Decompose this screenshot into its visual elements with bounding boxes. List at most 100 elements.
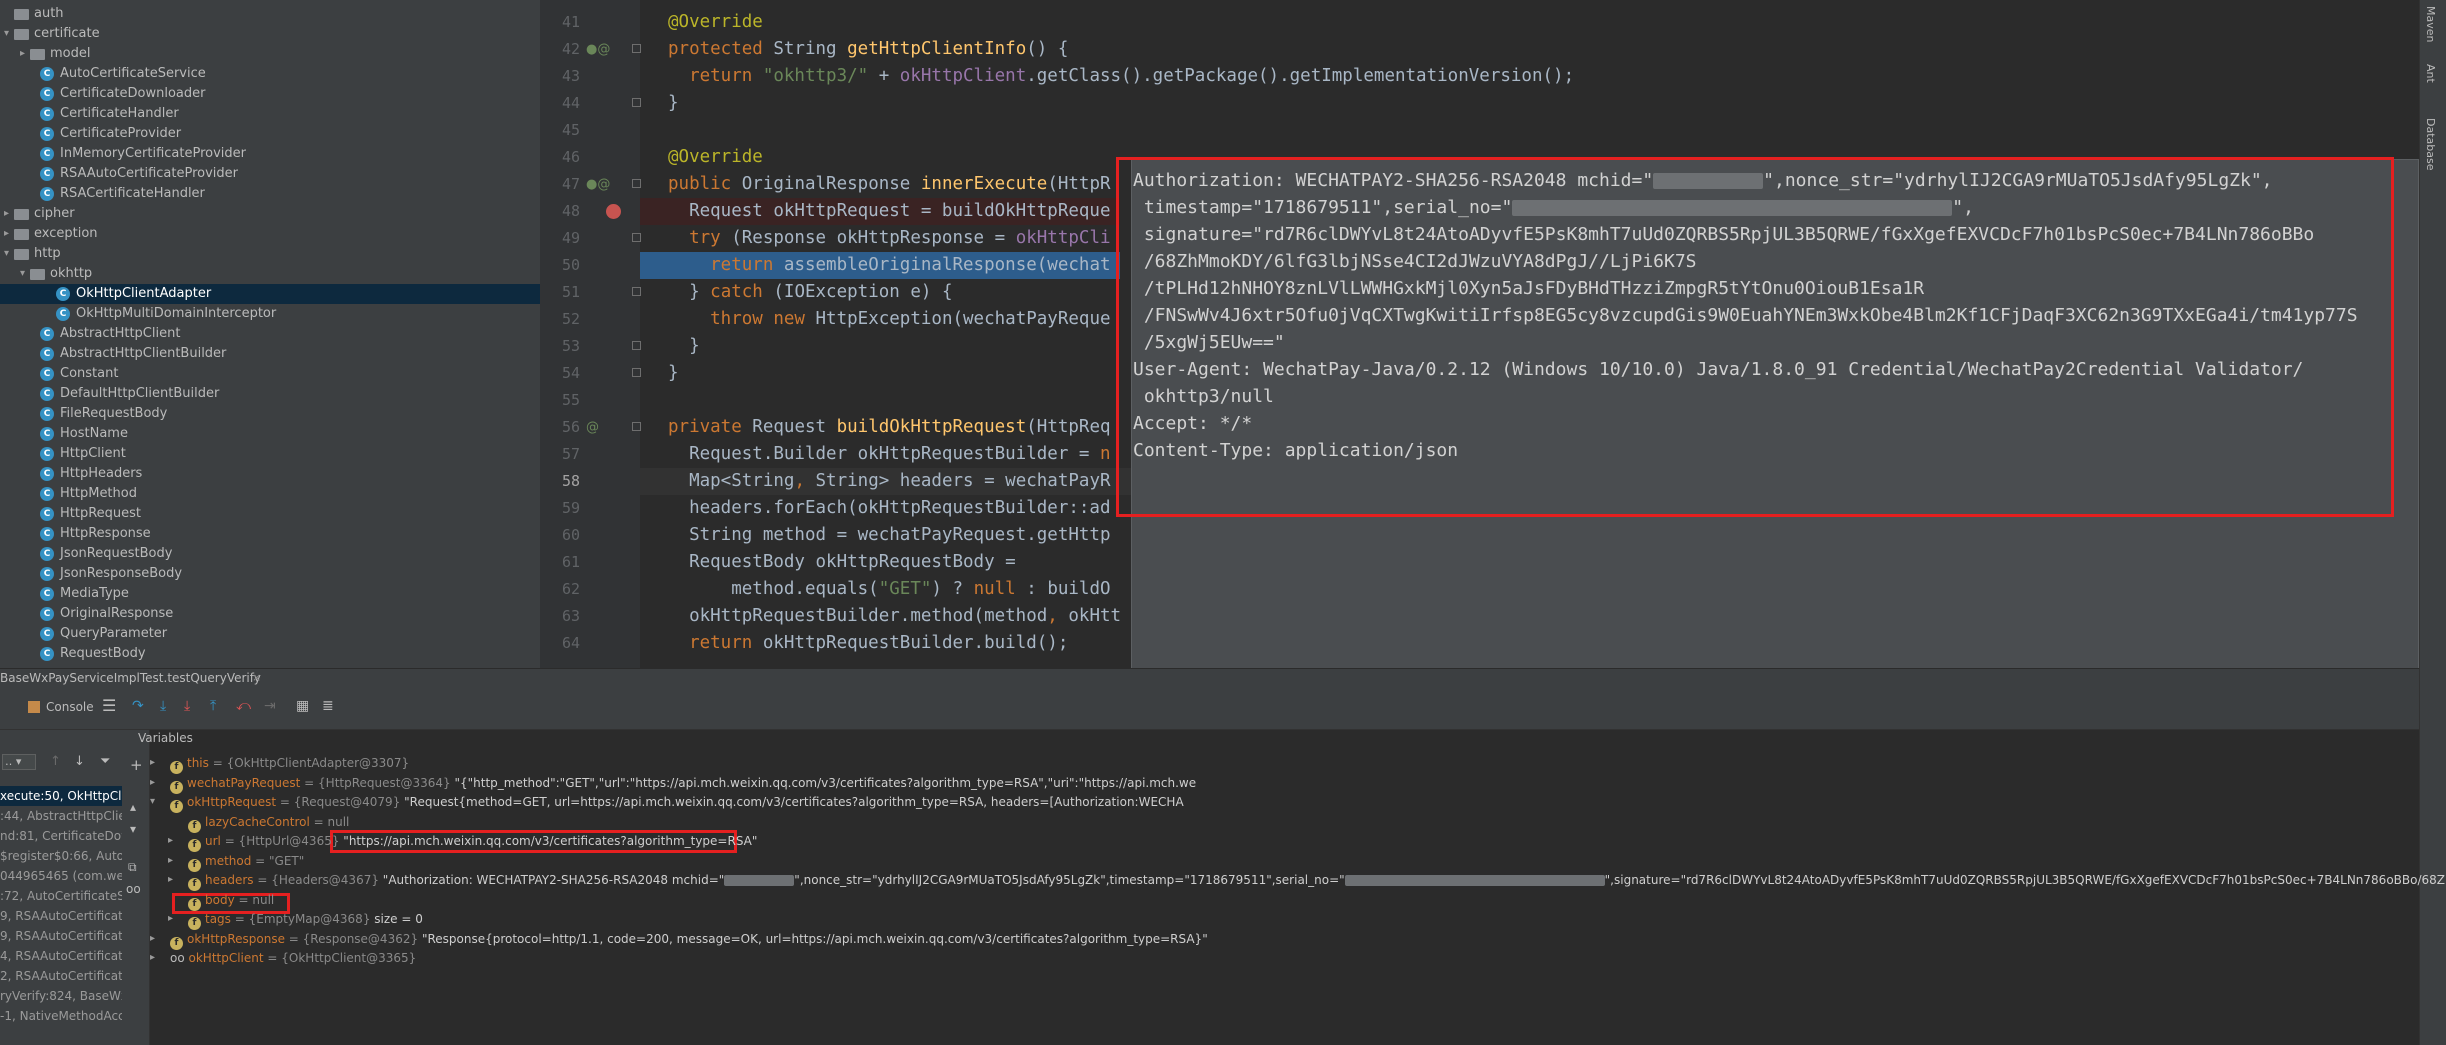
fold-icon[interactable] <box>632 341 641 350</box>
fold-icon[interactable] <box>632 287 641 296</box>
step-into-icon[interactable]: ⤓ <box>160 698 166 714</box>
close-icon[interactable]: × <box>252 671 261 684</box>
tree-item[interactable]: ▾ certificate <box>0 24 540 44</box>
fold-icon[interactable] <box>632 44 641 53</box>
debug-toolbar: Console ☰ ↷ ⤓ ⤓ ⤒ ⤺ ⇥ ▦ ≣ <box>0 690 2419 730</box>
tree-item[interactable]: ▸ model <box>0 44 540 64</box>
step-out-icon[interactable]: ⤒ <box>210 698 216 714</box>
chevron-right-icon[interactable]: ▸ <box>150 753 155 773</box>
force-step-into-icon[interactable]: ⤓ <box>184 698 190 714</box>
maven-tab[interactable]: Maven <box>2424 6 2437 42</box>
chevron-right-icon[interactable]: ▸ <box>150 948 155 968</box>
tree-item[interactable]: C HttpClient <box>0 444 540 464</box>
run-to-cursor-icon[interactable]: ⇥ <box>264 698 276 714</box>
stack-frame[interactable]: xecute:50, OkHttpClie <box>0 786 122 806</box>
tree-item[interactable]: C RSACertificateHandler <box>0 184 540 204</box>
stack-frame[interactable]: :72, AutoCertificateS <box>0 886 122 906</box>
tree-item-label: RequestBody <box>60 646 146 661</box>
override-icon[interactable]: ●@ <box>586 177 610 192</box>
stack-frame[interactable]: 2, RSAAutoCertificat <box>0 966 122 986</box>
tree-item[interactable]: ▸ cipher <box>0 204 540 224</box>
tree-item[interactable]: C CertificateDownloader <box>0 84 540 104</box>
tree-item[interactable]: C AbstractHttpClient <box>0 324 540 344</box>
chevron-right-icon[interactable]: ▸ <box>4 204 14 224</box>
chevron-right-icon[interactable]: ▸ <box>168 831 173 851</box>
stack-frame[interactable]: 9, RSAAutoCertificat <box>0 926 122 946</box>
fold-icon[interactable] <box>632 233 641 242</box>
tree-item[interactable]: C OriginalResponse <box>0 604 540 624</box>
step-over-icon[interactable]: ↷ <box>132 698 144 714</box>
tree-item[interactable]: ▾ http <box>0 244 540 264</box>
stack-frame[interactable]: 044965465 (com.wec <box>0 866 122 886</box>
override-icon[interactable]: ●@ <box>586 42 610 57</box>
stack-frame[interactable]: ryVerify:824, BaseWx <box>0 986 122 1006</box>
breakpoint-icon[interactable] <box>606 204 621 219</box>
stack-frame[interactable]: $register$0:66, Auto <box>0 846 122 866</box>
tree-item[interactable]: ▸ exception <box>0 224 540 244</box>
tree-item[interactable]: C CertificateHandler <box>0 104 540 124</box>
fold-icon[interactable] <box>632 98 641 107</box>
stack-frame[interactable]: -1, NativeMethodAcc <box>0 1006 122 1026</box>
tree-item[interactable]: C RSAAutoCertificateProvider <box>0 164 540 184</box>
tree-item[interactable]: C OkHttpMultiDomainInterceptor <box>0 304 540 324</box>
tree-item[interactable]: C QueryParameter <box>0 624 540 644</box>
tree-item[interactable]: ▾ okhttp <box>0 264 540 284</box>
chevron-down-icon[interactable]: ▾ <box>4 24 14 44</box>
console-tab[interactable]: Console <box>46 700 94 714</box>
stack-frame[interactable]: :44, AbstractHttpClie <box>0 806 122 826</box>
fold-icon[interactable] <box>632 422 641 431</box>
tree-item[interactable]: C JsonResponseBody <box>0 564 540 584</box>
tree-item[interactable]: C DefaultHttpClientBuilder <box>0 384 540 404</box>
glasses-icon[interactable]: oo <box>126 882 141 896</box>
evaluate-icon[interactable]: ▦ <box>296 698 309 714</box>
tree-item[interactable]: C AutoCertificateService <box>0 64 540 84</box>
tree-item[interactable]: C HostName <box>0 424 540 444</box>
stack-frame[interactable]: 4, RSAAutoCertificat <box>0 946 122 966</box>
stack-frame[interactable]: nd:81, CertificateDow <box>0 826 122 846</box>
tree-item[interactable]: C OkHttpClientAdapter <box>0 284 540 304</box>
tree-item[interactable]: C Constant <box>0 364 540 384</box>
stack-frame[interactable]: 9, RSAAutoCertificat <box>0 906 122 926</box>
menu-icon[interactable]: ☰ <box>102 696 116 715</box>
chevron-down-icon[interactable]: ▾ <box>150 792 155 812</box>
drop-frame-icon[interactable]: ⤺ <box>236 698 251 714</box>
down-arrow-icon[interactable]: ↓ <box>74 754 85 769</box>
chevron-right-icon[interactable]: ▸ <box>150 929 155 949</box>
thread-dropdown[interactable]: ‥ ▾ <box>2 754 36 770</box>
filter-icon[interactable]: ⏷ <box>100 754 110 769</box>
tree-item[interactable]: C HttpMethod <box>0 484 540 504</box>
tree-item[interactable]: C HttpHeaders <box>0 464 540 484</box>
tree-item[interactable]: C HttpRequest <box>0 504 540 524</box>
tree-item[interactable]: C InMemoryCertificateProvider <box>0 144 540 164</box>
tree-item[interactable]: C FileRequestBody <box>0 404 540 424</box>
annotation-icon[interactable]: @ <box>586 420 599 435</box>
tree-item[interactable]: C JsonRequestBody <box>0 544 540 564</box>
tree-item[interactable]: C CertificateProvider <box>0 124 540 144</box>
expand-icon[interactable]: ▾ <box>130 822 136 836</box>
tree-item[interactable]: C RequestBody <box>0 644 540 664</box>
chevron-right-icon[interactable]: ▸ <box>4 224 14 244</box>
tree-item[interactable]: C HttpResponse <box>0 524 540 544</box>
chevron-right-icon[interactable]: ▸ <box>168 851 173 871</box>
add-watch-icon[interactable]: + <box>130 756 143 774</box>
debug-session-tab[interactable]: BaseWxPayServiceImplTest.testQueryVerify <box>0 671 261 685</box>
tree-item[interactable]: C MediaType <box>0 584 540 604</box>
tree-item-label: RSAAutoCertificateProvider <box>60 166 239 181</box>
chevron-right-icon[interactable]: ▸ <box>168 909 173 929</box>
ant-tab[interactable]: Ant <box>2424 64 2437 83</box>
trace-icon[interactable]: ≣ <box>322 698 334 714</box>
chevron-down-icon[interactable]: ▾ <box>20 264 30 284</box>
tree-item-label: model <box>50 46 91 61</box>
collapse-icon[interactable]: ▴ <box>130 800 136 814</box>
fold-icon[interactable] <box>632 368 641 377</box>
chevron-right-icon[interactable]: ▸ <box>168 870 173 890</box>
tree-item[interactable]: auth <box>0 4 540 24</box>
chevron-down-icon[interactable]: ▾ <box>4 244 14 264</box>
copy-icon[interactable]: ⧉ <box>128 860 137 875</box>
chevron-right-icon[interactable]: ▸ <box>20 44 30 64</box>
fold-icon[interactable] <box>632 179 641 188</box>
tree-item[interactable]: C AbstractHttpClientBuilder <box>0 344 540 364</box>
database-tab[interactable]: Database <box>2424 118 2437 171</box>
chevron-right-icon[interactable]: ▸ <box>150 773 155 793</box>
up-arrow-icon[interactable]: ↑ <box>50 754 61 769</box>
